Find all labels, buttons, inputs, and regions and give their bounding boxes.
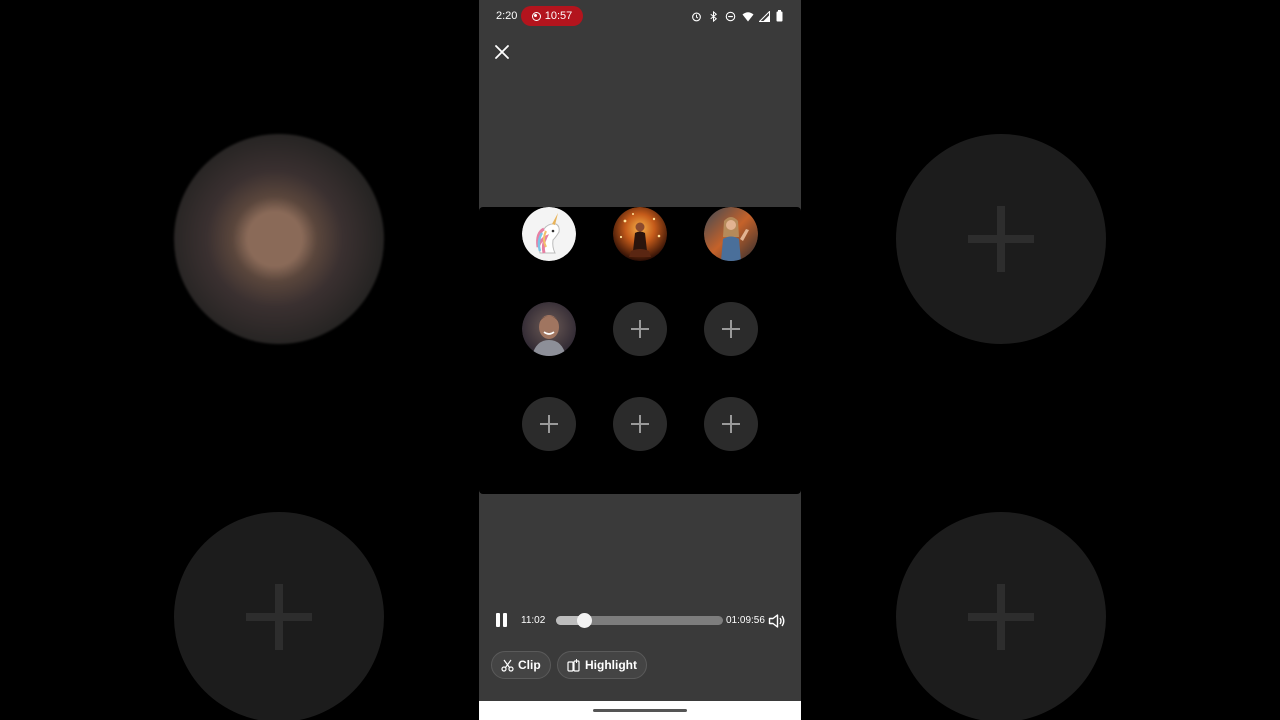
- plus-icon: [246, 584, 312, 650]
- recording-time: 10:57: [544, 10, 573, 22]
- scissors-icon: [501, 659, 514, 672]
- add-participant-button[interactable]: [613, 302, 667, 356]
- smiling-woman-avatar[interactable]: [522, 302, 576, 356]
- add-participant-button[interactable]: [613, 397, 667, 451]
- status-time: 2:20: [496, 10, 518, 22]
- status-icons: [691, 9, 787, 23]
- woman-waving-avatar[interactable]: [704, 207, 758, 261]
- status-bar: 2:20 10:57: [479, 0, 801, 32]
- highlight-label: Highlight: [585, 658, 637, 672]
- add-participant-button[interactable]: [704, 302, 758, 356]
- total-time: 01:09:56: [726, 615, 765, 626]
- background-add-slot-blur: [174, 512, 384, 720]
- add-participant-button[interactable]: [704, 397, 758, 451]
- clip-label: Clip: [518, 658, 541, 672]
- screen-recording-pill[interactable]: 10:57: [521, 6, 583, 26]
- do-not-disturb-icon: [725, 9, 736, 22]
- background-add-slot-blur: [896, 512, 1106, 720]
- seek-handle[interactable]: [577, 613, 593, 628]
- volume-icon: [768, 614, 785, 628]
- plus-icon: [540, 415, 558, 433]
- unicorn-avatar[interactable]: [522, 207, 576, 261]
- current-time: 11:02: [521, 615, 546, 626]
- woman-in-lights-avatar[interactable]: [613, 207, 667, 261]
- home-handle[interactable]: [593, 709, 687, 712]
- record-icon: [531, 11, 541, 21]
- signal-icon: [758, 9, 770, 22]
- add-participant-button[interactable]: [522, 397, 576, 451]
- playback-controls: 11:02 01:09:56: [479, 600, 801, 640]
- close-icon: [495, 45, 509, 59]
- background-avatar-blur: [174, 134, 384, 344]
- gesture-navigation-bar: [479, 701, 801, 720]
- participant-grid: [479, 207, 801, 494]
- close-button[interactable]: [491, 41, 513, 63]
- highlight-icon: [567, 658, 580, 672]
- highlight-button[interactable]: Highlight: [557, 651, 647, 679]
- background-add-slot-blur: [896, 134, 1106, 344]
- volume-button[interactable]: [768, 613, 786, 629]
- plus-icon: [968, 206, 1034, 272]
- plus-icon: [631, 320, 649, 338]
- wifi-icon: [742, 9, 754, 22]
- plus-icon: [722, 415, 740, 433]
- bluetooth-icon: [708, 9, 719, 23]
- clip-button[interactable]: Clip: [491, 651, 551, 679]
- pause-button[interactable]: [495, 613, 509, 629]
- plus-icon: [968, 584, 1034, 650]
- phone-screen: 2:20 10:57 11:02 01:09:56 Clip Highlight: [479, 0, 801, 720]
- plus-icon: [722, 320, 740, 338]
- battery-icon: [776, 9, 787, 22]
- seek-bar[interactable]: [556, 613, 723, 628]
- plus-icon: [631, 415, 649, 433]
- alarm-icon: [691, 9, 702, 22]
